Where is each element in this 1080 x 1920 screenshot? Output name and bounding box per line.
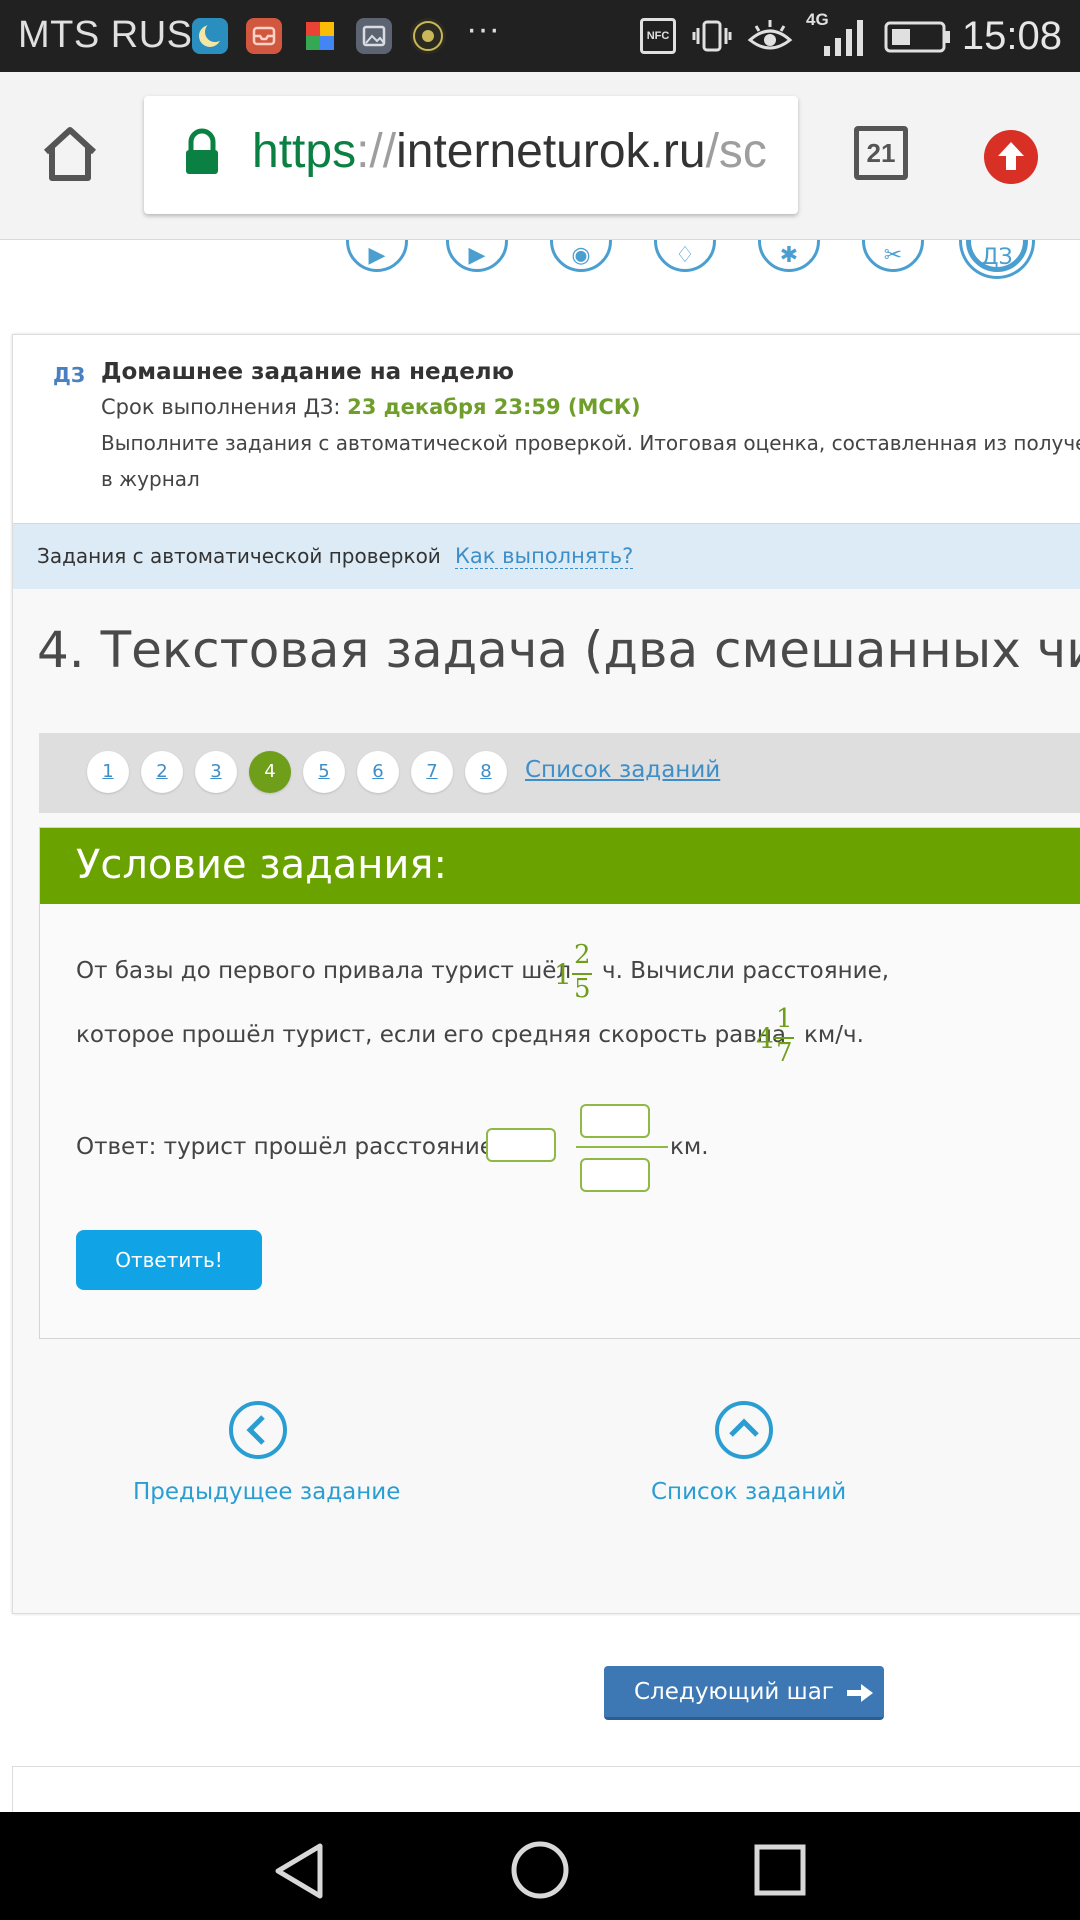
browser-toolbar: https://interneturok.ru/sc 21 [0, 72, 1080, 240]
url-text: https://interneturok.ru/sc [252, 124, 767, 179]
tests-icon[interactable]: ✂ [862, 240, 924, 272]
video-play-icon[interactable]: ▶ [346, 240, 408, 272]
task-number-7[interactable]: 7 [411, 751, 453, 793]
puzzle-app-icon [302, 18, 338, 54]
next-step-label: Следующий шаг [634, 1679, 834, 1705]
lock-icon [182, 128, 222, 182]
auto-check-bar: Задания с автоматической проверкой Как в… [13, 523, 1080, 589]
url-scheme: https [252, 125, 357, 178]
task-list-link[interactable]: Список заданий [525, 757, 720, 783]
chevron-up-icon [729, 1418, 759, 1437]
time-whole: 1 [554, 958, 572, 991]
speed-numerator: 1 [776, 1004, 793, 1034]
gallery-app-icon [356, 18, 392, 54]
condition-title: Условие задания: [76, 842, 447, 888]
moon-app-icon [192, 18, 228, 54]
battery-icon [884, 20, 952, 58]
address-bar[interactable]: https://interneturok.ru/sc [144, 96, 798, 214]
answer-denominator-input[interactable] [580, 1158, 650, 1192]
task-number-6[interactable]: 6 [357, 751, 399, 793]
chevron-left-icon [246, 1415, 265, 1445]
submit-answer-button[interactable]: Ответить! [76, 1230, 262, 1290]
speed-denominator: 7 [776, 1038, 793, 1068]
game-app-icon [410, 18, 446, 54]
task-list-bottom-link[interactable]: Список заданий [651, 1479, 846, 1505]
deadline-label: Срок выполнения ДЗ: [101, 395, 348, 419]
time-denominator: 5 [574, 974, 591, 1004]
update-button[interactable] [984, 130, 1038, 184]
nfc-icon: NFC [640, 18, 676, 54]
deadline-value: 23 декабря 23:59 (МСК) [347, 395, 641, 419]
condition-text: км/ч. [804, 1022, 864, 1048]
answer-label: Ответ: турист прошёл расстояние [76, 1134, 494, 1160]
status-bar: MTS RUS ··· NFC 4G 15:08 [0, 0, 1080, 72]
homework-description: Выполните задания с автоматической прове… [101, 431, 1080, 455]
auto-check-label: Задания с автоматической проверкой [37, 544, 441, 568]
task-number-4-active[interactable]: 4 [249, 751, 291, 793]
task-number-8[interactable]: 8 [465, 751, 507, 793]
time-mixed-number: 1 2 5 [554, 940, 594, 1006]
mail-app-icon [246, 18, 282, 54]
clock: 15:08 [961, 14, 1062, 58]
url-path: /sc [705, 125, 767, 178]
home-circle-icon[interactable] [510, 1840, 570, 1904]
url-separator: :// [356, 125, 397, 178]
previous-task-link[interactable]: Предыдущее задание [133, 1479, 400, 1505]
eye-comfort-icon [746, 14, 794, 62]
task-condition: Условие задания: От базы до первого прив… [39, 827, 1080, 1339]
homework-info: ДЗ Домашнее задание на неделю Срок выпол… [13, 335, 1080, 523]
condition-text: От базы до первого привала турист шёл [76, 958, 572, 984]
task-number-1[interactable]: 1 [87, 751, 129, 793]
task-title: 4. Текстовая задача (два смешанных чи [37, 621, 1080, 679]
recents-icon[interactable] [754, 1844, 806, 1900]
next-step-button[interactable]: Следующий шаг [604, 1666, 884, 1720]
task-number-2[interactable]: 2 [141, 751, 183, 793]
homework-panel: ДЗ Домашнее задание на неделю Срок выпол… [12, 334, 1080, 1614]
homework-tag: ДЗ [53, 363, 86, 387]
how-to-link[interactable]: Как выполнять? [455, 544, 634, 569]
home-button[interactable] [38, 122, 102, 190]
previous-task-button[interactable] [229, 1401, 287, 1459]
vibrate-icon [692, 16, 732, 60]
carrier-name: MTS RUS [18, 14, 193, 56]
answer-unit: км. [670, 1134, 709, 1160]
homework-title: Домашнее задание на неделю [101, 359, 515, 385]
answer-numerator-input[interactable] [580, 1104, 650, 1138]
homework-icon[interactable]: ДЗ [966, 240, 1028, 272]
speed-mixed-number: 4 1 7 [756, 1004, 796, 1070]
speed-whole: 4 [756, 1022, 774, 1055]
task-pagination: 1 2 3 4 5 6 7 8 Список заданий [39, 733, 1080, 813]
system-navigation-bar [0, 1812, 1080, 1920]
back-icon[interactable] [272, 1842, 326, 1904]
idea-icon[interactable]: ♢ [654, 240, 716, 272]
tab-switcher-button[interactable]: 21 [854, 126, 908, 180]
condition-header: Условие задания: [40, 828, 1080, 904]
arrow-right-icon [847, 1683, 874, 1702]
task-list-button[interactable] [715, 1401, 773, 1459]
video-play-icon[interactable]: ▶ [446, 240, 508, 272]
url-host: interneturok.ru [396, 125, 706, 178]
task-number-5[interactable]: 5 [303, 751, 345, 793]
condition-text: которое прошёл турист, если его средняя … [76, 1022, 786, 1048]
signal-strength-icon [818, 16, 872, 62]
homework-deadline: Срок выполнения ДЗ: 23 декабря 23:59 (МС… [101, 395, 641, 419]
homework-description-continued: в журнал [101, 467, 200, 491]
lesson-icon-strip: ▶ ▶ ◉ ♢ ✱ ✂ ДЗ [0, 240, 1080, 290]
condition-text: ч. Вычисли расстояние, [602, 958, 890, 984]
more-notifications-icon: ··· [466, 10, 500, 48]
answer-whole-input[interactable] [486, 1128, 556, 1162]
time-numerator: 2 [574, 940, 591, 970]
webinar-icon[interactable]: ◉ [550, 240, 612, 272]
trainer-icon[interactable]: ✱ [758, 240, 820, 272]
answer-fraction-bar [576, 1146, 668, 1148]
task-number-3[interactable]: 3 [195, 751, 237, 793]
